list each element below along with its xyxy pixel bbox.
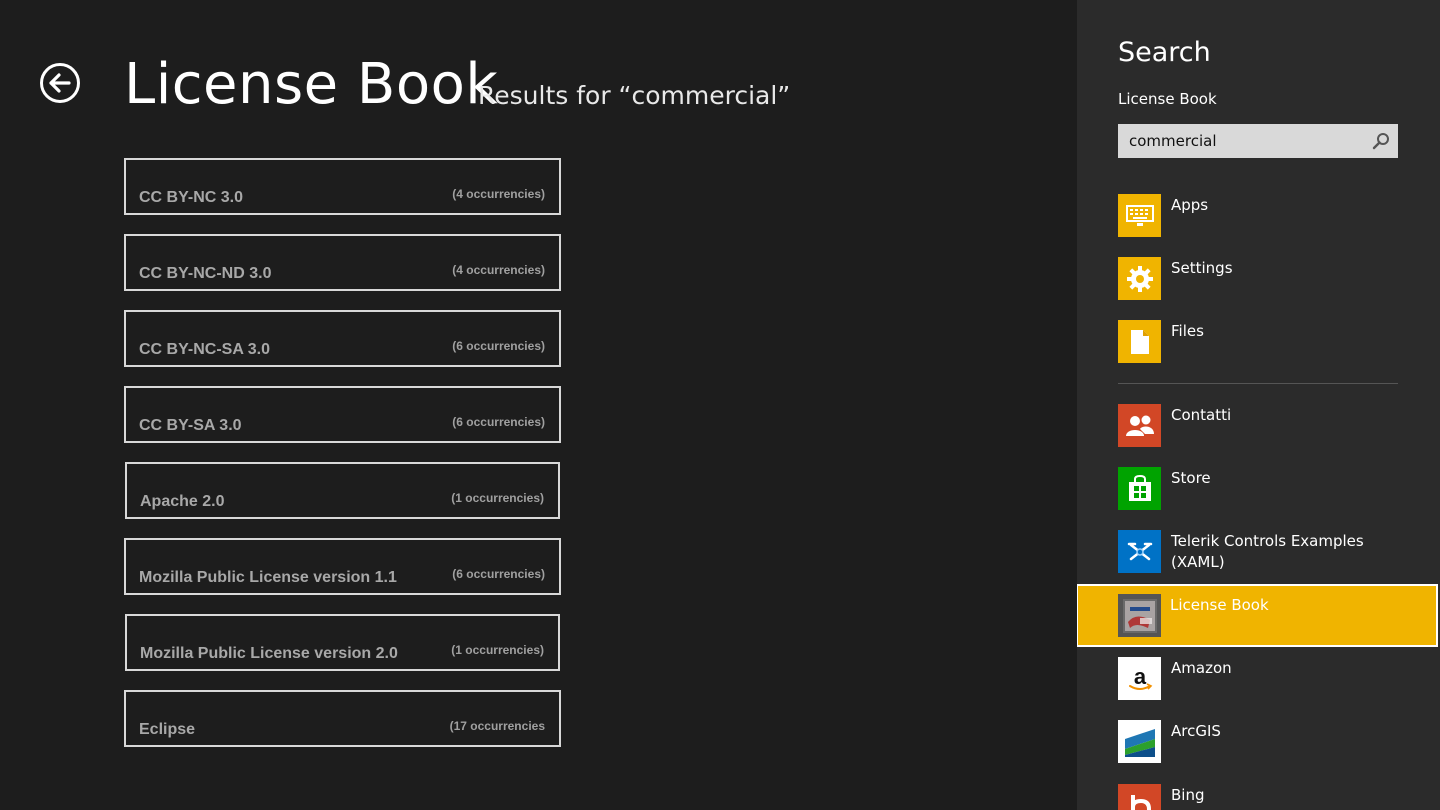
result-item[interactable]: CC BY-NC 3.0 (4 occurrencies) bbox=[124, 158, 561, 215]
results-heading: Results for “commercial” bbox=[478, 81, 791, 110]
result-item[interactable]: CC BY-NC-SA 3.0 (6 occurrencies) bbox=[124, 310, 561, 367]
charm-divider bbox=[1118, 383, 1398, 384]
charm-item-label: Store bbox=[1171, 469, 1211, 487]
charm-item-files[interactable]: Files bbox=[1118, 320, 1398, 364]
charm-item-label: Bing bbox=[1171, 786, 1205, 804]
file-icon bbox=[1118, 320, 1161, 363]
telerik-icon bbox=[1118, 530, 1161, 573]
result-name: Mozilla Public License version 1.1 bbox=[139, 569, 397, 586]
charm-item-telerik[interactable]: Telerik Controls Examples (XAML) bbox=[1118, 530, 1398, 574]
gear-icon bbox=[1118, 257, 1161, 300]
result-count: (1 occurrencies) bbox=[451, 643, 544, 657]
result-count: (6 occurrencies) bbox=[452, 567, 545, 581]
keyboard-icon bbox=[1118, 194, 1161, 237]
charm-item-label: Contatti bbox=[1171, 406, 1232, 424]
bing-icon bbox=[1118, 784, 1161, 810]
amazon-icon: a bbox=[1118, 657, 1161, 700]
page-title: License Book bbox=[124, 52, 499, 117]
charm-item-label: Apps bbox=[1171, 196, 1209, 214]
charm-item-settings[interactable]: Settings bbox=[1118, 257, 1398, 301]
people-icon bbox=[1118, 404, 1161, 447]
search-input[interactable] bbox=[1118, 124, 1358, 158]
result-count: (6 occurrencies) bbox=[452, 339, 545, 353]
back-arrow-icon bbox=[49, 73, 71, 93]
result-name: Apache 2.0 bbox=[140, 493, 225, 510]
result-name: CC BY-SA 3.0 bbox=[139, 417, 242, 434]
result-name: Eclipse bbox=[139, 721, 196, 738]
result-count: (1 occurrencies) bbox=[451, 491, 544, 505]
result-name: Mozilla Public License version 2.0 bbox=[140, 645, 398, 662]
svg-text:a: a bbox=[1133, 664, 1146, 689]
charm-title: Search bbox=[1118, 37, 1211, 68]
charm-item-label: Files bbox=[1171, 322, 1204, 340]
charm-item-arcgis[interactable]: ArcGIS bbox=[1118, 720, 1398, 764]
back-button[interactable] bbox=[40, 63, 80, 103]
result-item[interactable]: Apache 2.0 (1 occurrencies) bbox=[125, 462, 560, 519]
charm-item-label: License Book bbox=[1170, 596, 1269, 614]
charm-item-label: Settings bbox=[1171, 259, 1233, 277]
result-name: CC BY-NC-ND 3.0 bbox=[139, 265, 272, 282]
charm-item-store[interactable]: Store bbox=[1118, 467, 1398, 511]
result-name: CC BY-NC 3.0 bbox=[139, 189, 244, 206]
result-item[interactable]: Mozilla Public License version 2.0 (1 oc… bbox=[125, 614, 560, 671]
charm-item-label: ArcGIS bbox=[1171, 722, 1221, 740]
search-box bbox=[1118, 124, 1398, 158]
result-count: (6 occurrencies) bbox=[452, 415, 545, 429]
charm-item-label: Amazon bbox=[1171, 659, 1232, 677]
result-count: (4 occurrencies) bbox=[452, 263, 545, 277]
store-bag-icon bbox=[1118, 467, 1161, 510]
search-charm: Search License Book Apps bbox=[1077, 0, 1440, 810]
charm-item-apps[interactable]: Apps bbox=[1118, 194, 1398, 238]
charm-item-label: Telerik Controls Examples (XAML) bbox=[1171, 532, 1364, 571]
arcgis-icon bbox=[1118, 720, 1161, 763]
search-icon[interactable] bbox=[1372, 132, 1390, 150]
charm-item-amazon[interactable]: a Amazon bbox=[1118, 657, 1398, 701]
result-count: (4 occurrencies) bbox=[452, 187, 545, 201]
charm-item-license-book[interactable]: License Book bbox=[1077, 584, 1438, 647]
result-item[interactable]: CC BY-SA 3.0 (6 occurrencies) bbox=[124, 386, 561, 443]
result-item[interactable]: Eclipse (17 occurrencies bbox=[124, 690, 561, 747]
result-count: (17 occurrencies bbox=[449, 719, 545, 733]
charm-item-contatti[interactable]: Contatti bbox=[1118, 404, 1398, 448]
license-book-icon bbox=[1118, 594, 1161, 637]
result-name: CC BY-NC-SA 3.0 bbox=[139, 341, 270, 358]
search-scope-label[interactable]: License Book bbox=[1118, 90, 1217, 108]
result-item[interactable]: CC BY-NC-ND 3.0 (4 occurrencies) bbox=[124, 234, 561, 291]
charm-item-bing[interactable]: Bing bbox=[1118, 784, 1398, 810]
result-item[interactable]: Mozilla Public License version 1.1 (6 oc… bbox=[124, 538, 561, 595]
